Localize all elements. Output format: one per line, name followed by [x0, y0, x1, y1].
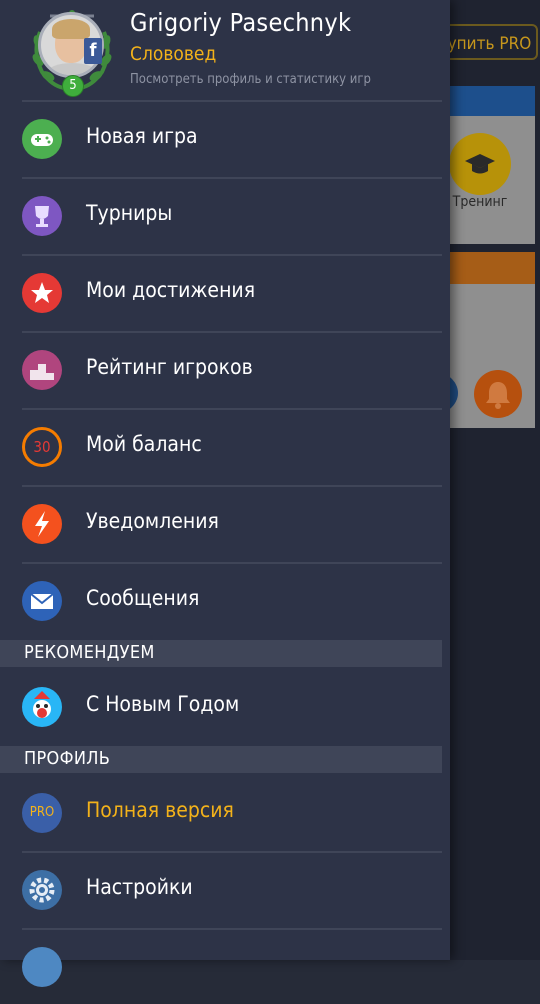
podium-icon [22, 350, 62, 390]
menu-item-notifications[interactable]: Уведомления [0, 485, 450, 561]
divider [22, 177, 442, 179]
user-name: Grigoriy Pasechnyk [130, 8, 352, 37]
section-title: ПРОФИЛЬ [24, 748, 111, 769]
menu-item-tournaments[interactable]: Турниры [0, 177, 450, 253]
bell-icon[interactable] [474, 370, 522, 418]
divider [22, 100, 442, 102]
profile-header[interactable]: 5 f Grigoriy Pasechnyk Слововед Посмотре… [0, 0, 450, 100]
divider [22, 408, 442, 410]
menu-item-achievements[interactable]: Мои достижения [0, 254, 450, 330]
divider [22, 851, 442, 853]
menu-item-new-year[interactable]: С Новым Годом [0, 668, 450, 744]
menu-label: Полная версия [86, 798, 234, 822]
level-badge: 5 [62, 75, 84, 97]
menu-label: Мой баланс [86, 432, 202, 456]
divider [22, 254, 442, 256]
menu-item-messages[interactable]: Сообщения [0, 562, 450, 638]
menu-label: Сообщения [86, 586, 200, 610]
trophy-icon [22, 196, 62, 236]
menu-item-full-version[interactable]: PRO Полная версия [0, 774, 450, 850]
gamepad-icon [22, 119, 62, 159]
menu-label: Турниры [86, 201, 173, 225]
balance-icon: 30 [22, 427, 62, 467]
menu-item-balance[interactable]: 30 Мой баланс [0, 408, 450, 484]
menu-item-partial[interactable] [0, 928, 450, 1004]
star-icon [22, 273, 62, 313]
lightning-icon [22, 504, 62, 544]
menu-label: Мои достижения [86, 278, 256, 302]
section-header-recommend: РЕКОМЕНДУЕМ [0, 640, 442, 667]
facebook-icon: f [84, 38, 102, 64]
section-header-profile: ПРОФИЛЬ [0, 746, 442, 773]
new-year-icon [22, 687, 62, 727]
navigation-drawer: 5 f Grigoriy Pasechnyk Слововед Посмотре… [0, 0, 450, 987]
avatar-hair [52, 19, 90, 39]
menu-item-rating[interactable]: Рейтинг игроков [0, 331, 450, 407]
help-icon [22, 947, 62, 987]
pro-icon: PRO [22, 793, 62, 833]
menu-label: С Новым Годом [86, 692, 240, 716]
orange-strip [440, 252, 535, 284]
section-title: РЕКОМЕНДУЕМ [24, 642, 155, 663]
menu-label: Рейтинг игроков [86, 355, 253, 379]
menu-label: Новая игра [86, 124, 198, 148]
menu-label: Настройки [86, 875, 193, 899]
menu-label: Уведомления [86, 509, 219, 533]
menu-item-new-game[interactable]: Новая игра [0, 100, 450, 176]
training-label: Тренинг [452, 194, 508, 210]
user-rank: Слововед [130, 43, 217, 65]
divider [22, 331, 442, 333]
graduation-cap-icon [465, 154, 495, 174]
menu-item-settings[interactable]: Настройки [0, 851, 450, 927]
blue-strip [440, 86, 535, 116]
envelope-icon [22, 581, 62, 621]
divider [22, 562, 442, 564]
divider [22, 928, 442, 930]
divider [22, 485, 442, 487]
view-profile-link[interactable]: Посмотреть профиль и статистику игр [130, 72, 371, 87]
settings-gear-icon [22, 870, 62, 910]
